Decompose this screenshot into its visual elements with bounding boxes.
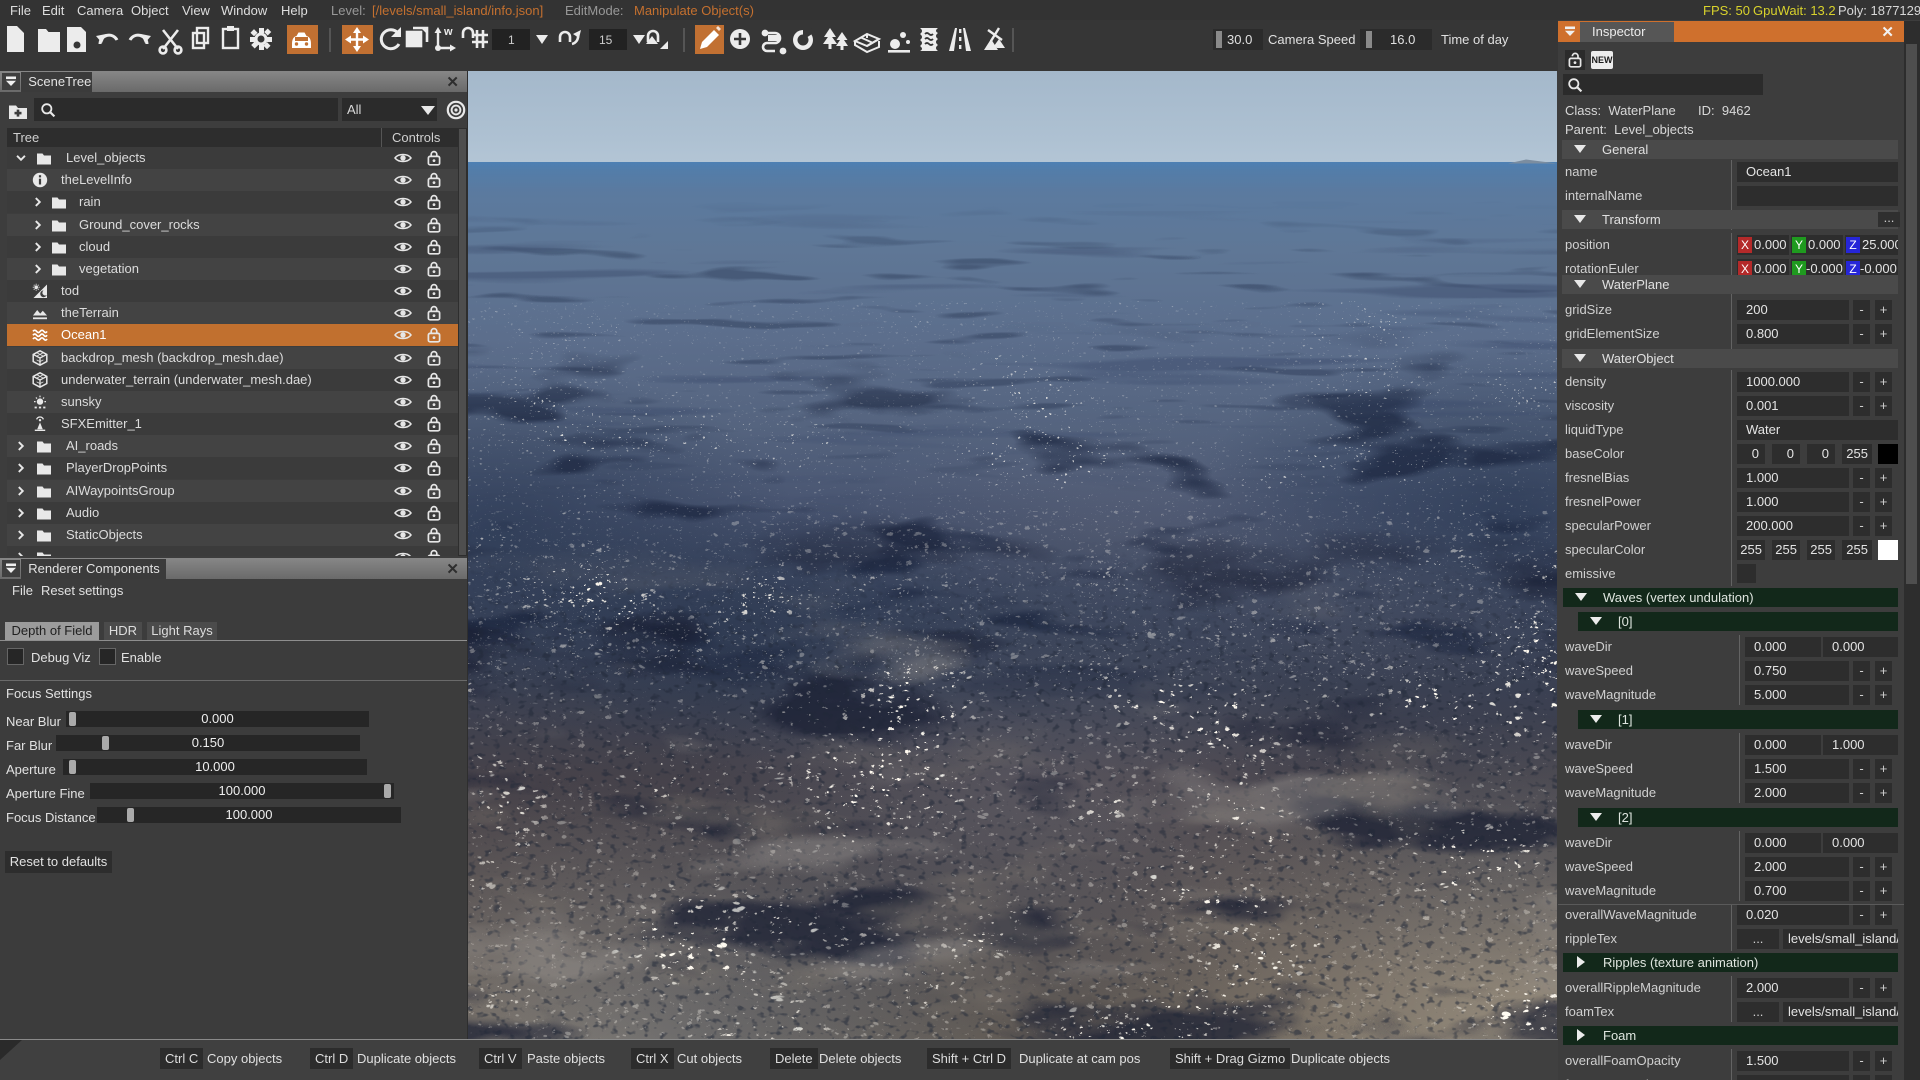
svg-text:15: 15 xyxy=(599,33,613,47)
svg-text:1: 1 xyxy=(508,33,515,47)
svg-text:w: w xyxy=(443,26,453,38)
